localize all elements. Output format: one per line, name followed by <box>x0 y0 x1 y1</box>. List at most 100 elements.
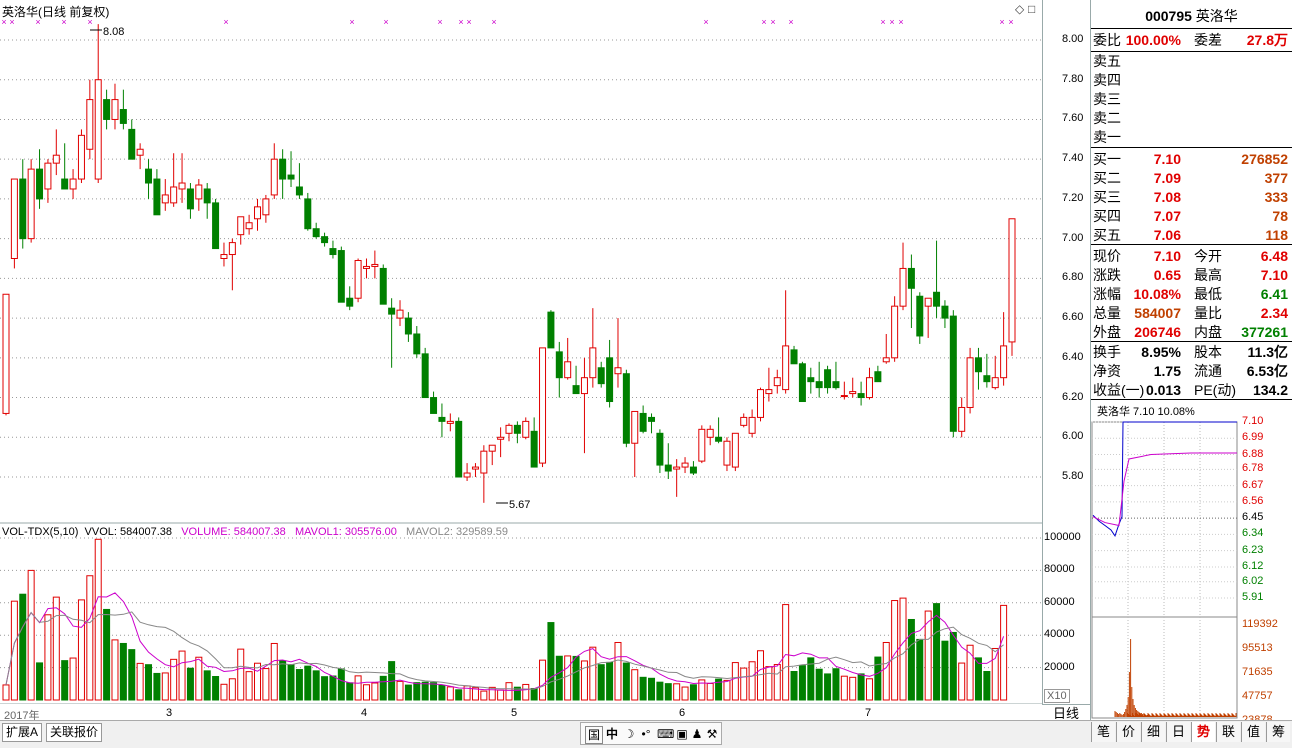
volume-bar[interactable] <box>346 682 354 701</box>
volume-bar[interactable] <box>522 683 530 701</box>
candle[interactable] <box>723 437 731 472</box>
candle[interactable] <box>61 143 69 190</box>
candle[interactable] <box>262 194 270 223</box>
candle[interactable] <box>329 240 337 259</box>
sell1-row[interactable]: 卖一 <box>1091 128 1291 147</box>
candle[interactable] <box>44 159 52 203</box>
volume-bar[interactable] <box>706 682 714 701</box>
candle[interactable] <box>555 341 563 398</box>
candle[interactable] <box>379 264 387 305</box>
volume-bar[interactable] <box>539 659 547 701</box>
candle[interactable] <box>966 347 974 414</box>
candle[interactable] <box>782 290 790 394</box>
volume-bar[interactable] <box>1000 604 1008 701</box>
candle[interactable] <box>421 347 429 399</box>
event-marker[interactable]: × <box>761 17 766 27</box>
candle[interactable] <box>849 377 857 398</box>
volume-bar[interactable] <box>505 682 513 701</box>
kline-chart-area[interactable]: × × × × × × × × × × × × × × × × × × × × × 8.08 5.67 英洛华(日线 前… <box>0 0 1043 722</box>
candle[interactable] <box>949 310 957 438</box>
volume-bar[interactable] <box>974 657 982 701</box>
volume-bar[interactable] <box>119 642 127 701</box>
volume-bar[interactable] <box>606 661 614 701</box>
volume-bar[interactable] <box>857 673 865 701</box>
volume-bar[interactable] <box>849 676 857 701</box>
candle[interactable] <box>2 293 10 416</box>
candle[interactable] <box>807 367 815 394</box>
candle[interactable] <box>597 361 605 388</box>
volume-bar[interactable] <box>178 650 186 701</box>
volume-bar[interactable] <box>52 596 60 701</box>
candle[interactable] <box>446 413 454 432</box>
volume-bar[interactable] <box>865 678 873 701</box>
candle[interactable] <box>631 410 639 477</box>
volume-bar[interactable] <box>949 631 957 701</box>
candle[interactable] <box>362 258 370 279</box>
user-icon[interactable]: ♟ <box>689 726 705 742</box>
volume-bar[interactable] <box>782 604 790 701</box>
volume-bar[interactable] <box>379 675 387 701</box>
candle[interactable] <box>614 318 622 388</box>
volume-bar[interactable] <box>991 647 999 701</box>
volume-bar[interactable] <box>304 665 312 701</box>
candle[interactable] <box>404 312 412 342</box>
volume-bar[interactable] <box>262 668 270 701</box>
period-label[interactable]: 日线 <box>1042 704 1090 721</box>
candle[interactable] <box>128 119 136 160</box>
volume-bar[interactable] <box>128 649 136 701</box>
volume-bar[interactable] <box>161 672 169 701</box>
candle[interactable] <box>203 183 211 219</box>
candle[interactable] <box>664 443 672 479</box>
candle[interactable] <box>580 357 588 454</box>
candle[interactable] <box>572 365 580 395</box>
volume-bar[interactable] <box>933 603 941 701</box>
candle[interactable] <box>773 369 781 394</box>
right-tab[interactable]: 价 <box>1116 722 1140 742</box>
volume-bar[interactable] <box>10 600 18 701</box>
candle[interactable] <box>220 242 228 267</box>
tab-expand-a[interactable]: 扩展A <box>2 723 43 742</box>
volume-bar[interactable] <box>740 667 748 701</box>
candle[interactable] <box>673 459 681 497</box>
volume-bar[interactable] <box>354 675 362 701</box>
candle[interactable] <box>916 292 924 344</box>
candle[interactable] <box>974 347 982 390</box>
candle[interactable] <box>530 417 538 468</box>
volume-bar[interactable] <box>329 675 337 701</box>
volume-bar[interactable] <box>530 687 538 701</box>
volume-bar[interactable] <box>656 681 664 701</box>
candle[interactable] <box>52 129 60 176</box>
candle[interactable] <box>639 405 647 434</box>
candle[interactable] <box>815 361 823 398</box>
candle[interactable] <box>312 222 320 239</box>
ime-chinese-icon[interactable]: 中 <box>604 726 620 742</box>
candle[interactable] <box>757 387 764 422</box>
volume-bar[interactable] <box>430 682 438 701</box>
volume-bar[interactable] <box>321 676 329 701</box>
volume-bar[interactable] <box>882 641 890 701</box>
candle[interactable] <box>471 463 479 477</box>
candle[interactable] <box>295 163 303 199</box>
volume-bar[interactable] <box>899 597 907 701</box>
candle[interactable] <box>430 391 438 414</box>
volume-bar[interactable] <box>765 666 773 701</box>
volume-bar[interactable] <box>648 677 656 701</box>
event-marker[interactable]: × <box>703 17 708 27</box>
candle[interactable] <box>438 403 446 438</box>
event-marker[interactable]: × <box>349 17 354 27</box>
maximize-window-icon[interactable]: □ <box>1028 2 1035 16</box>
volume-bar[interactable] <box>404 684 412 701</box>
volume-bar[interactable] <box>614 641 622 701</box>
volume-bar[interactable] <box>254 662 261 701</box>
volume-bar[interactable] <box>874 656 882 701</box>
candle[interactable] <box>1000 312 1008 386</box>
candle[interactable] <box>396 300 404 327</box>
candle[interactable] <box>228 238 236 291</box>
sell5-row[interactable]: 卖五 <box>1091 52 1291 71</box>
candle[interactable] <box>505 423 513 442</box>
volume-bar[interactable] <box>228 678 236 701</box>
candle[interactable] <box>891 296 899 362</box>
skin-icon[interactable]: ▣ <box>674 726 690 742</box>
volume-bar[interactable] <box>245 671 253 701</box>
candle[interactable] <box>69 169 77 199</box>
